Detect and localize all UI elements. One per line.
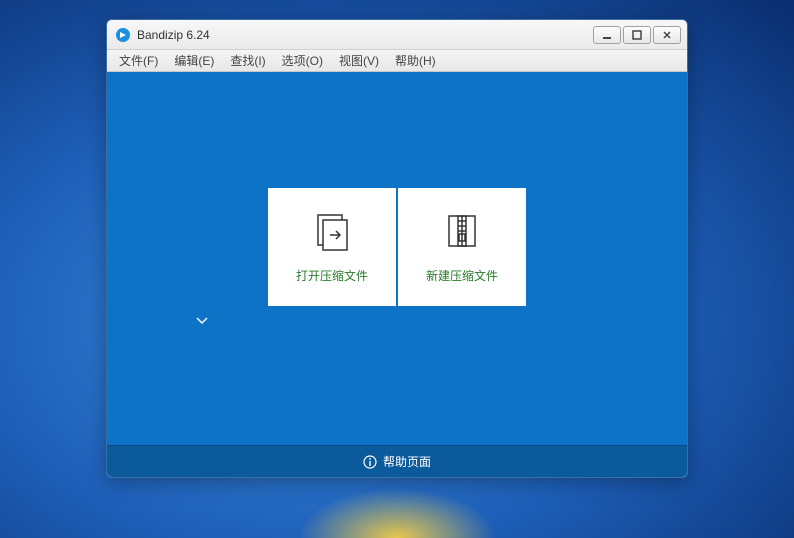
desktop-glow [297,488,497,538]
new-archive-icon [440,209,484,253]
menu-edit[interactable]: 编辑(E) [166,50,222,71]
menu-file[interactable]: 文件(F) [111,50,166,71]
titlebar: Bandizip 6.24 [107,20,687,50]
menu-view[interactable]: 视图(V) [331,50,387,71]
new-archive-label: 新建压缩文件 [426,267,498,284]
maximize-button[interactable] [623,26,651,44]
content-area: 打开压缩文件 新建压缩文件 [107,72,687,445]
menu-help[interactable]: 帮助(H) [387,50,444,71]
footer-help-link[interactable]: 帮助页面 [107,445,687,477]
chevron-down-icon [196,317,208,325]
main-cards: 打开压缩文件 新建压缩文件 [268,188,526,306]
window-controls [593,26,681,44]
new-archive-card[interactable]: 新建压缩文件 [398,188,526,306]
open-archive-label: 打开压缩文件 [296,267,368,284]
menubar: 文件(F) 编辑(E) 查找(I) 选项(O) 视图(V) 帮助(H) [107,50,687,72]
info-icon [363,455,377,469]
footer-help-label: 帮助页面 [383,453,431,470]
recent-dropdown[interactable] [138,312,266,330]
open-archive-icon [310,209,354,253]
minimize-button[interactable] [593,26,621,44]
app-icon [115,27,131,43]
open-archive-card[interactable]: 打开压缩文件 [268,188,396,306]
app-window: Bandizip 6.24 文件(F) 编辑(E) 查找(I) 选项(O) 视图… [106,19,688,478]
close-button[interactable] [653,26,681,44]
window-title: Bandizip 6.24 [137,28,593,42]
menu-options[interactable]: 选项(O) [274,50,331,71]
menu-find[interactable]: 查找(I) [222,50,273,71]
